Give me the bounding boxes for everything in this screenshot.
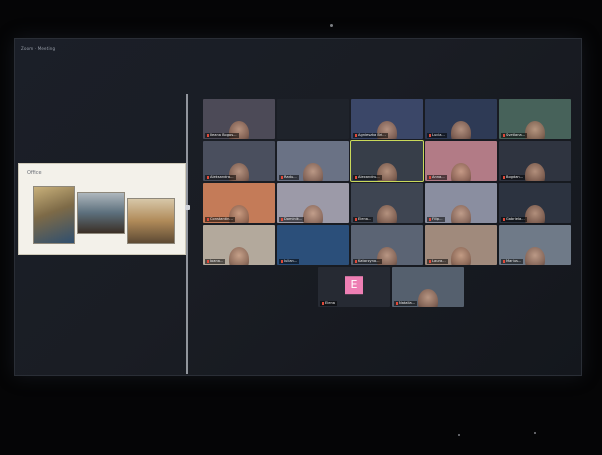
participant-video (451, 247, 471, 265)
participant-tile[interactable]: Aleksandra... (203, 141, 275, 181)
participant-avatar: E (345, 276, 363, 295)
participant-name: Alexandru... (353, 175, 382, 180)
muted-mic-icon (503, 133, 505, 137)
muted-mic-icon (503, 259, 505, 263)
participant-tile[interactable]: Natalia... (392, 267, 464, 307)
shared-slide-title: Office (27, 170, 42, 176)
participant-tile[interactable]: Agnieszka Bri... (351, 99, 423, 139)
participant-video (303, 163, 323, 181)
participant-name: Dominik... (279, 217, 305, 222)
shared-screen-panel[interactable]: Office (18, 163, 186, 255)
participant-tile[interactable]: Ioana... (203, 225, 275, 265)
slide-photo-3 (127, 198, 175, 244)
muted-mic-icon (429, 133, 431, 137)
participant-tile[interactable]: Iulian... (277, 225, 349, 265)
participant-name: Elena (320, 301, 337, 306)
muted-mic-icon (429, 175, 431, 179)
participant-name: Katarzyna... (353, 259, 382, 264)
participant-tile[interactable]: Anna... (425, 141, 497, 181)
participant-video (525, 205, 545, 223)
participant-name: Aleksandra... (205, 175, 236, 180)
participant-video (525, 163, 545, 181)
participant-video (229, 247, 249, 265)
participant-name: Gabriela... (501, 217, 527, 222)
participant-name: Iulian... (279, 259, 300, 264)
participant-tile[interactable]: Constantin... (203, 183, 275, 223)
participant-video (377, 205, 397, 223)
slide-photo-2 (77, 192, 125, 234)
muted-mic-icon (355, 259, 357, 263)
participant-name: Filip... (427, 217, 445, 222)
muted-mic-icon (355, 217, 357, 221)
participant-tile[interactable]: Filip... (425, 183, 497, 223)
muted-mic-icon (207, 259, 209, 263)
participant-name: Marius... (501, 259, 524, 264)
participant-tile[interactable]: Marius... (499, 225, 571, 265)
participant-video (525, 247, 545, 265)
muted-mic-icon (429, 259, 431, 263)
muted-mic-icon (355, 175, 357, 179)
participant-tile[interactable]: Bogdan... (499, 141, 571, 181)
panel-splitter[interactable] (186, 94, 188, 374)
participant-video (451, 121, 471, 139)
participant-tile[interactable]: Ileana Bogos... (203, 99, 275, 139)
participant-name: Natalia... (394, 301, 418, 306)
participant-tile[interactable]: Svetlana... (499, 99, 571, 139)
participant-name: Ioana... (205, 259, 226, 264)
participant-name: Svetlana... (501, 133, 528, 138)
participant-tile[interactable]: Katarzyna... (351, 225, 423, 265)
participant-video (303, 205, 323, 223)
participant-name: Lucia... (427, 133, 447, 138)
participant-name: Radu... (279, 175, 299, 180)
participant-tile[interactable]: Elena... (351, 183, 423, 223)
muted-mic-icon (207, 217, 209, 221)
zoom-meeting-window: Zoom · Meeting Office Ileana Bogos... Agn… (14, 38, 582, 376)
muted-mic-icon (207, 133, 209, 137)
screen-reflection (534, 432, 536, 434)
muted-mic-icon (281, 217, 283, 221)
participant-tile[interactable]: Lucia... (425, 99, 497, 139)
participant-name: Bogdan... (501, 175, 526, 180)
participant-tile[interactable]: Dominik... (277, 183, 349, 223)
muted-mic-icon (503, 175, 505, 179)
participant-video (451, 163, 471, 181)
participant-name: Anna... (427, 175, 447, 180)
muted-mic-icon (322, 301, 324, 305)
participant-tile[interactable]: Alexandru... (350, 140, 424, 182)
participant-tile[interactable]: E Elena (318, 267, 390, 307)
participant-tile[interactable]: Laura... (425, 225, 497, 265)
participant-name: Ileana Bogos... (205, 133, 239, 138)
participant-video (451, 205, 471, 223)
slide-photo-1 (33, 186, 75, 244)
muted-mic-icon (207, 175, 209, 179)
participant-tile[interactable]: Radu... (277, 141, 349, 181)
participant-tile[interactable] (277, 99, 349, 139)
participant-name: Agnieszka Bri... (353, 133, 388, 138)
participant-tile[interactable]: Gabriela... (499, 183, 571, 223)
muted-mic-icon (281, 175, 283, 179)
participant-name: Constantin... (205, 217, 235, 222)
window-title: Zoom · Meeting (21, 46, 56, 51)
participant-video (418, 289, 438, 307)
participant-video (525, 121, 545, 139)
muted-mic-icon (503, 217, 505, 221)
participant-name: Laura... (427, 259, 448, 264)
muted-mic-icon (281, 259, 283, 263)
screen-reflection (458, 434, 460, 436)
muted-mic-icon (429, 217, 431, 221)
screen-reflection (330, 24, 333, 27)
muted-mic-icon (396, 301, 398, 305)
muted-mic-icon (355, 133, 357, 137)
participant-name: Elena... (353, 217, 374, 222)
panel-splitter-handle[interactable] (185, 205, 190, 210)
